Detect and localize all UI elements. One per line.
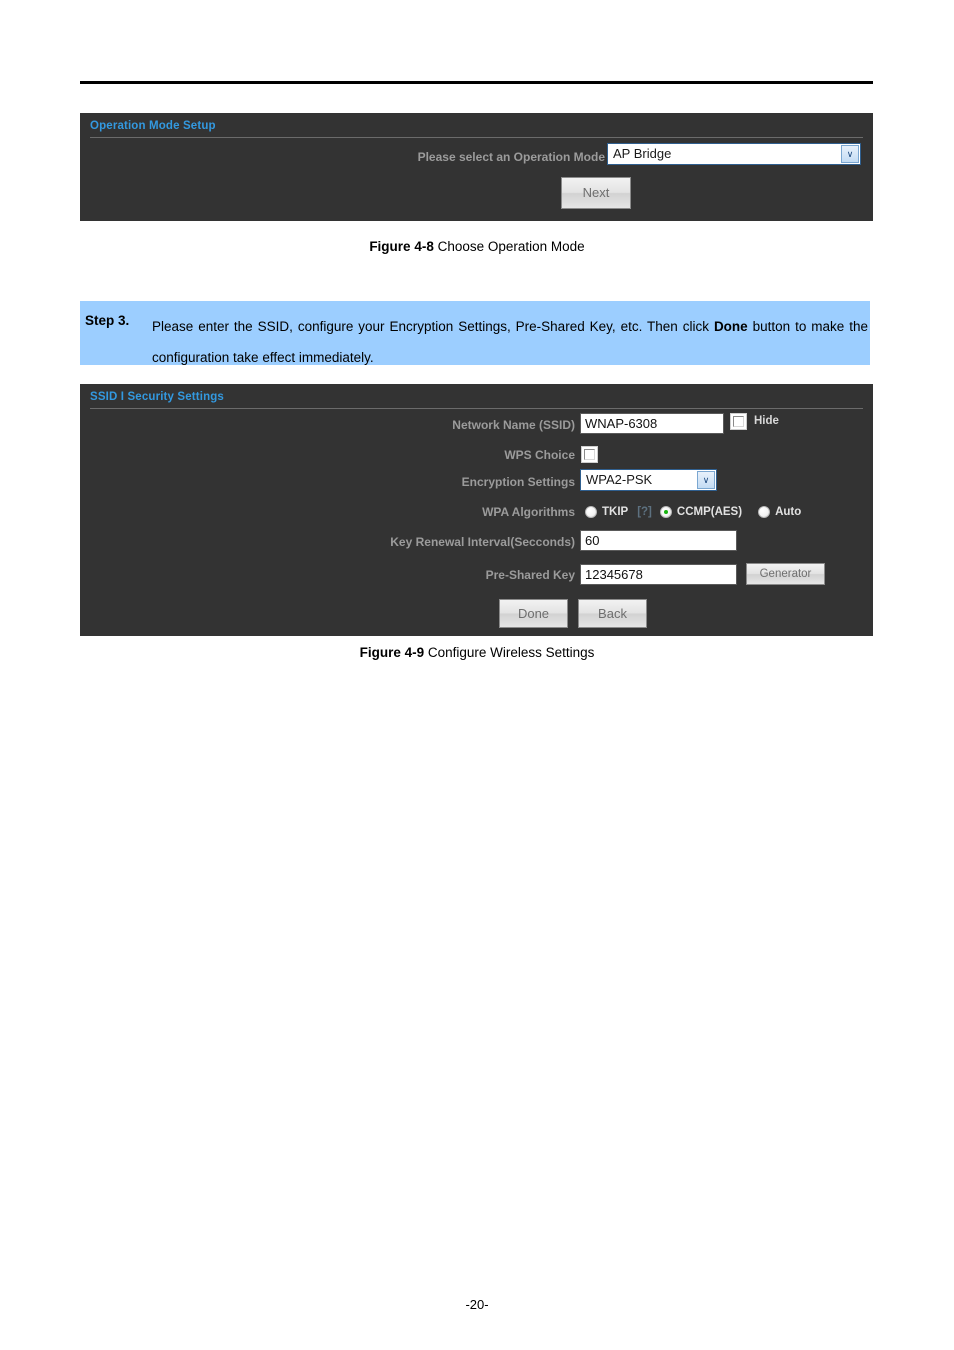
radio-icon[interactable]: [659, 506, 672, 518]
figure-4-8-caption-text: Choose Operation Mode: [433, 239, 585, 254]
pre-shared-key-label-wrap: Pre-Shared Key: [375, 564, 575, 586]
network-name-input[interactable]: WNAP-6308: [580, 413, 724, 434]
encryption-settings-select-value: WPA2-PSK: [586, 472, 653, 487]
step-3-label: Step 3.: [85, 313, 130, 328]
wpa-algorithm-ccmp-aes-label: CCMP(AES): [676, 505, 743, 518]
operation-mode-label-wrap: Please select an Operation Mode: [389, 146, 605, 168]
pre-shared-key-label: Pre-Shared Key: [485, 568, 575, 582]
chevron-down-icon[interactable]: ∨: [841, 145, 859, 163]
panel-header-divider: [90, 137, 863, 138]
radio-icon[interactable]: [585, 506, 597, 518]
network-name-label-wrap: Network Name (SSID): [375, 414, 575, 436]
wpa-algorithm-option-ccmp-aes[interactable]: CCMP(AES): [659, 505, 743, 519]
encryption-settings-select[interactable]: WPA2-PSK ∨: [580, 469, 717, 491]
wpa-algorithms-label: WPA Algorithms: [482, 505, 575, 519]
figure-4-8-caption-label: Figure 4-8: [369, 239, 434, 254]
hide-ssid-label: Hide: [754, 415, 779, 427]
encryption-settings-label: Encryption Settings: [461, 475, 575, 489]
radio-icon[interactable]: [758, 506, 771, 518]
next-button[interactable]: Next: [561, 177, 631, 209]
figure-4-9-caption: Figure 4-9 Configure Wireless Settings: [0, 644, 954, 662]
figure-4-9-caption-text: Configure Wireless Settings: [424, 645, 595, 660]
operation-mode-label: Please select an Operation Mode: [417, 150, 605, 164]
panel-header: SSID I Security Settings: [90, 390, 863, 412]
wpa-algorithm-option-tkip[interactable]: TKIP: [585, 506, 628, 519]
figure-4-8-caption: Figure 4-8 Choose Operation Mode: [0, 238, 954, 256]
step-3-callout: Step 3. Please enter the SSID, configure…: [80, 301, 870, 365]
ssid-security-settings-panel: SSID I Security Settings Network Name (S…: [80, 384, 873, 636]
done-button[interactable]: Done: [499, 599, 568, 628]
wps-choice-label: WPS Choice: [504, 448, 575, 462]
generator-button[interactable]: Generator: [746, 563, 825, 585]
chevron-down-icon[interactable]: ∨: [697, 471, 715, 489]
step-3-text: Please enter the SSID, configure your En…: [152, 311, 868, 373]
panel-header: Operation Mode Setup: [90, 119, 863, 141]
operation-mode-select[interactable]: AP Bridge ∨: [607, 143, 861, 165]
panel-title: SSID I Security Settings: [90, 391, 224, 403]
back-button[interactable]: Back: [578, 599, 647, 628]
wps-choice-checkbox[interactable]: [581, 446, 598, 463]
key-renewal-interval-input[interactable]: 60: [580, 530, 737, 551]
wpa-algorithms-help-icon[interactable]: [?]: [637, 506, 652, 519]
operation-mode-setup-panel: Operation Mode Setup Please select an Op…: [80, 113, 873, 221]
wps-choice-label-wrap: WPS Choice: [375, 444, 575, 466]
wpa-algorithms-radio-group: TKIP [?] CCMP(AES) Auto: [585, 503, 801, 521]
panel-title: Operation Mode Setup: [90, 120, 216, 132]
wpa-algorithm-auto-label: Auto: [775, 505, 802, 518]
hide-ssid-checkbox[interactable]: [730, 413, 747, 430]
pre-shared-key-input[interactable]: 12345678: [580, 563, 737, 585]
header-rule: [80, 81, 873, 84]
hide-ssid-group: Hide: [730, 413, 779, 430]
figure-4-9-caption-label: Figure 4-9: [359, 645, 425, 660]
wpa-algorithm-option-auto[interactable]: Auto: [758, 506, 801, 519]
page-number: -20-: [465, 1297, 489, 1312]
step-3-text-part1: Please enter the SSID, configure your En…: [152, 319, 714, 334]
panel-header-divider: [90, 408, 863, 409]
operation-mode-select-value: AP Bridge: [613, 146, 672, 161]
key-renewal-interval-label: Key Renewal Interval(Secconds): [390, 535, 575, 549]
pre-shared-key-row: 12345678 Generator: [580, 563, 825, 585]
encryption-settings-label-wrap: Encryption Settings: [375, 471, 575, 493]
wpa-algorithm-tkip-label: TKIP: [602, 505, 629, 518]
step-3-text-emphasis: Done: [713, 319, 748, 334]
key-renewal-label-wrap: Key Renewal Interval(Secconds): [335, 531, 575, 553]
network-name-label: Network Name (SSID): [452, 418, 575, 432]
wpa-algorithms-label-wrap: WPA Algorithms: [375, 501, 575, 523]
